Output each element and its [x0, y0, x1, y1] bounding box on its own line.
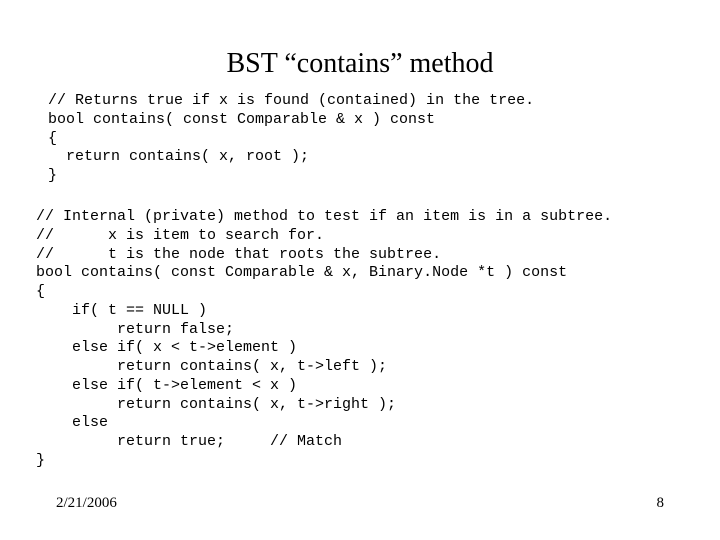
- slide-title: BST “contains” method: [0, 48, 720, 80]
- code-block-private: // Internal (private) method to test if …: [36, 208, 680, 471]
- footer-date: 2/21/2006: [56, 495, 117, 512]
- footer-page-number: 8: [657, 495, 665, 512]
- code-block-public: // Returns true if x is found (contained…: [48, 92, 680, 186]
- slide: BST “contains” method // Returns true if…: [0, 0, 720, 540]
